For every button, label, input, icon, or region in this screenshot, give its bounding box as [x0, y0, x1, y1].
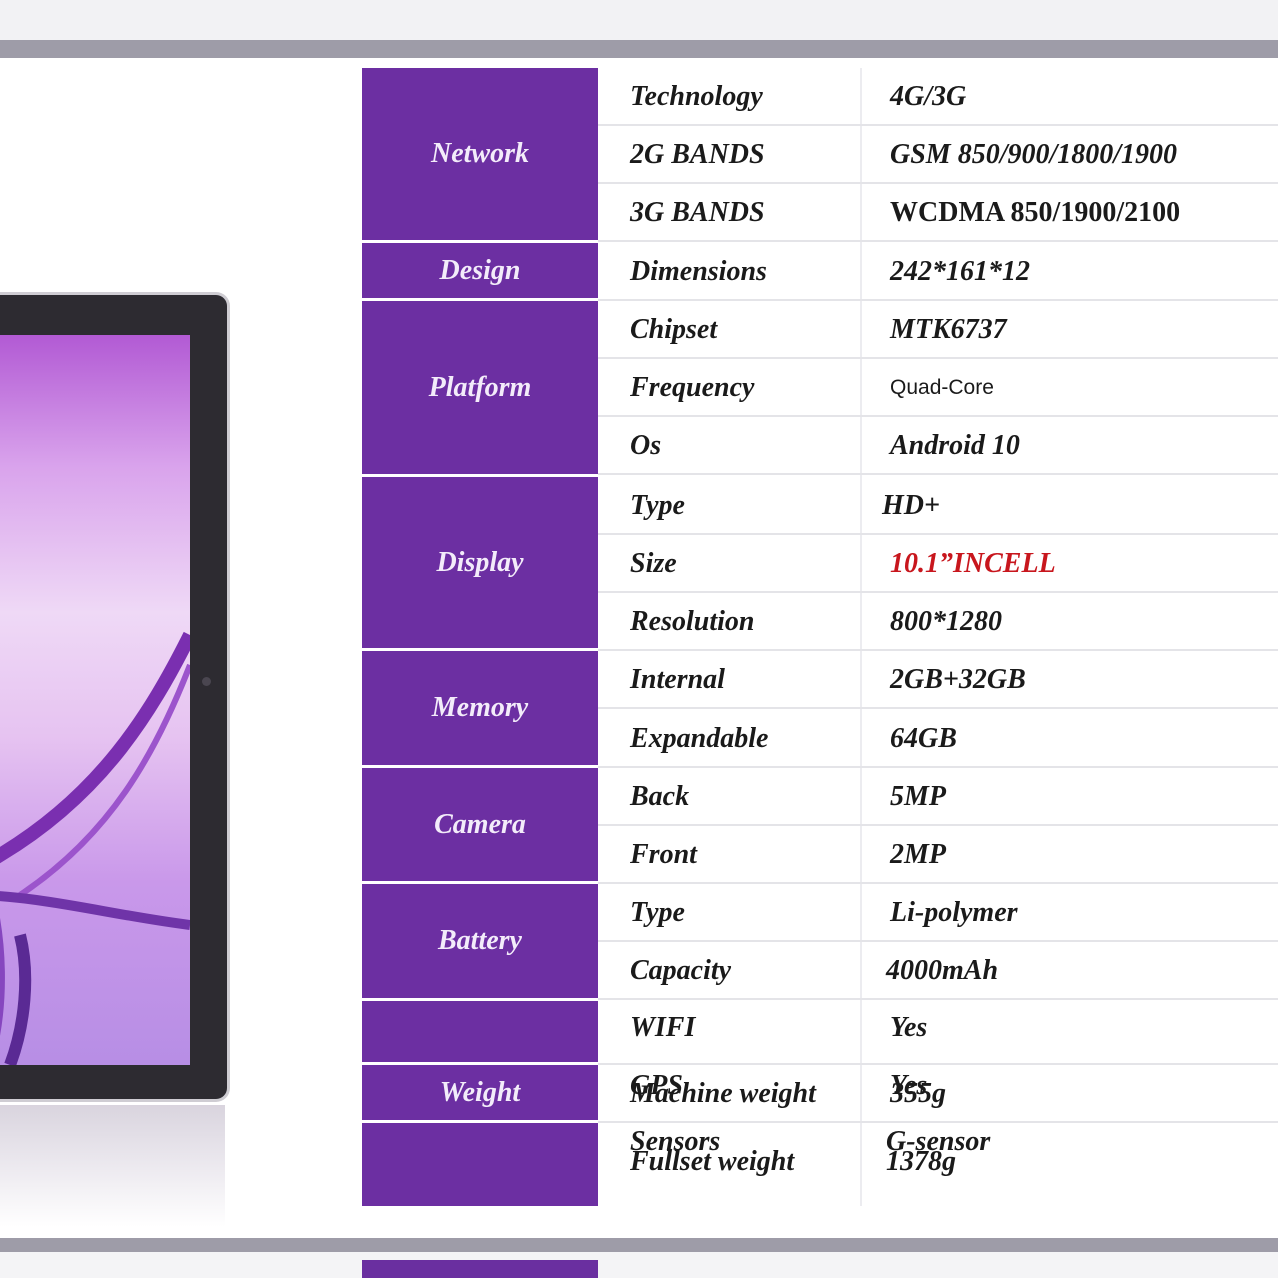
spec-label: Capacity — [630, 955, 732, 986]
bottom-divider-bar — [0, 1238, 1278, 1252]
spec-row: 2G BANDS GSM 850/900/1800/1900 — [598, 126, 1278, 184]
spec-table: Network Design Platform Display Memory C… — [362, 68, 1278, 1206]
top-divider-bar — [0, 40, 1278, 58]
group-display: Display — [362, 477, 598, 651]
spec-value: 4000mAh — [886, 955, 999, 986]
spec-label: Back — [630, 781, 690, 812]
spec-value: 2GB+32GB — [890, 664, 1026, 695]
group-camera: Camera — [362, 768, 598, 884]
spec-label: 2G BANDS — [630, 139, 765, 170]
spec-label: Front — [630, 839, 697, 870]
spec-value: 800*1280 — [890, 606, 1002, 637]
top-background-band — [0, 0, 1278, 40]
spec-row: Capacity 4000mAh — [598, 942, 1278, 1000]
group-battery: Battery — [362, 884, 598, 1001]
spec-row: Technology 4G/3G — [598, 68, 1278, 126]
spec-row: Front 2MP — [598, 826, 1278, 884]
spec-row: 3G BANDS WCDMA 850/1900/2100 — [598, 184, 1278, 242]
spec-row: Os Android 10 — [598, 417, 1278, 475]
spec-row: Internal 2GB+32GB — [598, 651, 1278, 709]
group-label: Weight — [439, 1076, 521, 1108]
spec-label: WIFI — [630, 1012, 696, 1043]
spec-value: Quad-Core — [890, 376, 994, 399]
group-label: Platform — [428, 371, 532, 403]
spec-row: Type Li-polymer — [598, 884, 1278, 942]
group-label: Memory — [431, 692, 529, 723]
spec-label: Technology — [630, 81, 763, 112]
wallpaper-swirl — [0, 631, 190, 1065]
spec-value: 5MP — [890, 781, 946, 812]
spec-value: WCDMA 850/1900/2100 — [890, 197, 1181, 228]
group-memory: Memory — [362, 651, 598, 768]
group-blank-1 — [362, 1001, 598, 1065]
spec-label: 3G BANDS — [630, 197, 765, 228]
spec-row: Dimensions 242*161*12 — [598, 243, 1278, 301]
spec-label: Resolution — [630, 606, 755, 637]
spec-label: Chipset — [630, 314, 718, 345]
group-network: Network — [362, 68, 598, 243]
spec-row: WIFI Yes — [598, 1001, 1278, 1065]
spec-label: Type — [630, 490, 685, 521]
spec-row: Frequency Quad-Core — [598, 359, 1278, 417]
front-camera-dot — [202, 677, 211, 686]
bottom-background-band — [0, 1252, 1278, 1278]
spec-row: Back 5MP — [598, 768, 1278, 826]
tablet-screen — [0, 335, 190, 1065]
spec-value: 64GB — [890, 723, 957, 754]
spec-value: 1378g — [886, 1146, 956, 1177]
spec-value-highlight: 10.1”INCELL — [890, 548, 1056, 579]
spec-label: Expandable — [630, 723, 769, 754]
spec-label: Dimensions — [630, 256, 767, 287]
tablet-image — [0, 292, 230, 1102]
spec-row: Chipset MTK6737 — [598, 301, 1278, 359]
group-label: Battery — [438, 925, 522, 956]
group-label: Network — [431, 138, 529, 169]
spec-row: Resolution 800*1280 — [598, 593, 1278, 651]
next-table-header-fragment — [362, 1260, 598, 1278]
spec-label: Internal — [630, 664, 725, 695]
group-label: Camera — [434, 808, 526, 840]
group-platform: Platform — [362, 301, 598, 477]
spec-value: 2MP — [890, 839, 946, 870]
group-label: Display — [436, 546, 524, 578]
spec-label: Frequency — [630, 372, 755, 403]
tablet-reflection — [0, 1105, 225, 1227]
spec-label: Type — [630, 897, 685, 928]
spec-value: HD+ — [882, 490, 940, 521]
spec-row-overlap: Sensors Fullset weight G-sensor 1378g — [598, 1123, 1278, 1206]
spec-value: Android 10 — [890, 430, 1020, 461]
group-design: Design — [362, 243, 598, 301]
spec-value: 4G/3G — [890, 81, 967, 112]
spec-value: Yes — [890, 1012, 928, 1043]
spec-value: GSM 850/900/1800/1900 — [890, 139, 1178, 170]
spec-value: MTK6737 — [890, 314, 1007, 345]
spec-label: Size — [630, 548, 677, 579]
spec-row: Expandable 64GB — [598, 710, 1278, 768]
group-blank-2 — [362, 1123, 598, 1206]
spec-label: Fullset weight — [630, 1146, 795, 1177]
group-weight: Weight — [362, 1065, 598, 1123]
spec-value: 242*161*12 — [890, 256, 1030, 287]
group-label: Design — [439, 254, 521, 286]
spec-label: Os — [630, 430, 662, 461]
spec-row: Type HD+ — [598, 477, 1278, 535]
spec-value: Li-polymer — [890, 897, 1018, 928]
spec-row: Size 10.1”INCELL — [598, 535, 1278, 593]
